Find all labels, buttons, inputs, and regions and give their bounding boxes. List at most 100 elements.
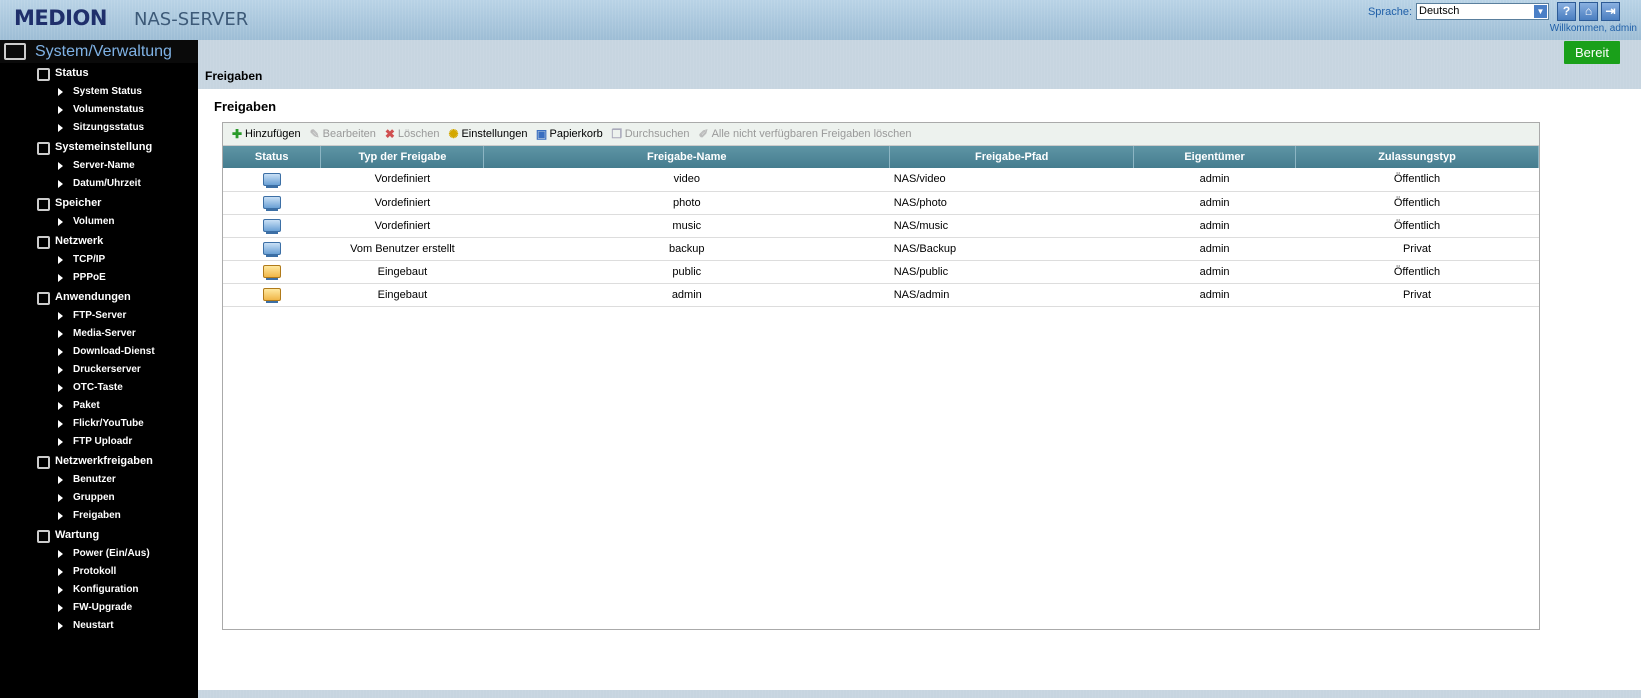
sidebar-item[interactable]: System Status bbox=[0, 83, 198, 101]
sidebar-item[interactable]: FW-Upgrade bbox=[0, 599, 198, 617]
status-cell bbox=[223, 168, 321, 192]
clean-button[interactable]: ✐ Alle nicht verfügbaren Freigaben lösche… bbox=[698, 128, 912, 140]
sidebar-item[interactable]: Power (Ein/Aus) bbox=[0, 545, 198, 563]
folder-yellow-icon bbox=[262, 288, 281, 303]
sidebar-section-0[interactable]: Status bbox=[0, 64, 198, 84]
help-icon[interactable]: ? bbox=[1557, 2, 1576, 21]
status-ready-button[interactable]: Bereit bbox=[1564, 41, 1620, 64]
folder-blue-icon bbox=[262, 242, 281, 257]
sidebar-item-label: Datum/Uhrzeit bbox=[73, 178, 141, 189]
sidebar-item[interactable]: Volumen bbox=[0, 213, 198, 231]
owner-cell: admin bbox=[1133, 237, 1296, 261]
table-row[interactable]: Eingebaut public NAS/public admin Öffentlich bbox=[223, 260, 1539, 284]
recycle-bin-icon: ▣ bbox=[535, 127, 548, 141]
sidebar-item[interactable]: FTP Uploadr bbox=[0, 433, 198, 451]
chevron-right-icon bbox=[58, 180, 63, 188]
sidebar-section-3[interactable]: Netzwerk bbox=[0, 232, 198, 252]
sidebar-item[interactable]: Druckerserver bbox=[0, 361, 198, 379]
recycle-bin-button[interactable]: ▣ Papierkorb bbox=[536, 128, 603, 140]
share-path-cell: NAS/Backup bbox=[889, 237, 1134, 261]
owner-cell: admin bbox=[1133, 214, 1296, 238]
toolbar-label: Durchsuchen bbox=[624, 128, 690, 140]
chevron-right-icon bbox=[58, 312, 63, 320]
sidebar-item-label: Media-Server bbox=[73, 328, 136, 339]
sidebar-item-label: PPPoE bbox=[73, 272, 106, 283]
browse-button[interactable]: ❐ Durchsuchen bbox=[611, 127, 690, 141]
chevron-right-icon bbox=[58, 586, 63, 594]
settings-button[interactable]: ✺ Einstellungen bbox=[447, 128, 527, 140]
sidebar-item[interactable]: Download-Dienst bbox=[0, 343, 198, 361]
sidebar-section-label: Netzwerkfreigaben bbox=[55, 455, 153, 467]
status-cell bbox=[223, 260, 321, 284]
sidebar-item[interactable]: Freigaben bbox=[0, 507, 198, 525]
chevron-right-icon bbox=[58, 494, 63, 502]
sidebar-item[interactable]: Server-Name bbox=[0, 157, 198, 175]
chevron-right-icon bbox=[58, 384, 63, 392]
sidebar-item-label: TCP/IP bbox=[73, 254, 106, 265]
sidebar-item[interactable]: Media-Server bbox=[0, 325, 198, 343]
edit-button[interactable]: ✎ Bearbeiten bbox=[309, 128, 376, 140]
logout-icon[interactable]: ⇥ bbox=[1601, 2, 1620, 21]
share-name-cell: backup bbox=[483, 237, 890, 261]
sidebar-section-2[interactable]: Speicher bbox=[0, 194, 198, 214]
folder-yellow-icon bbox=[262, 265, 281, 280]
table-row[interactable]: Eingebaut admin NAS/admin admin Privat bbox=[223, 283, 1539, 307]
sidebar-item[interactable]: Flickr/YouTube bbox=[0, 415, 198, 433]
chevron-right-icon bbox=[58, 402, 63, 410]
column-header[interactable]: Eigentümer bbox=[1133, 146, 1297, 168]
chevron-right-icon bbox=[58, 106, 63, 114]
column-header[interactable]: Freigabe-Name bbox=[483, 146, 891, 168]
chevron-right-icon bbox=[58, 162, 63, 170]
sidebar-section-1[interactable]: Systemeinstellung bbox=[0, 138, 198, 158]
table-row[interactable]: Vordefiniert photo NAS/photo admin Öffentlic… bbox=[223, 191, 1539, 215]
table-row[interactable]: Vom Benutzer erstellt backup NAS/Backup adm… bbox=[223, 237, 1539, 261]
network-icon bbox=[37, 236, 50, 249]
sidebar-item[interactable]: Benutzer bbox=[0, 471, 198, 489]
settings-icon: ✺ bbox=[448, 127, 459, 141]
sidebar-item[interactable]: PPPoE bbox=[0, 269, 198, 287]
sidebar-section-label: Netzwerk bbox=[55, 235, 104, 247]
column-header[interactable]: Zulassungstyp bbox=[1295, 146, 1539, 168]
home-icon[interactable]: ⌂ bbox=[1579, 2, 1598, 21]
sidebar-item[interactable]: Protokoll bbox=[0, 563, 198, 581]
sidebar-item[interactable]: Neustart bbox=[0, 617, 198, 635]
sidebar-item[interactable]: FTP-Server bbox=[0, 307, 198, 325]
sidebar-item-label: Druckerserver bbox=[73, 364, 141, 375]
browse-icon: ❐ bbox=[611, 127, 623, 141]
column-header[interactable]: Typ der Freigabe bbox=[320, 146, 485, 168]
sidebar-item[interactable]: Volumenstatus bbox=[0, 101, 198, 119]
sidebar-item[interactable]: Konfiguration bbox=[0, 581, 198, 599]
sidebar-item-label: Volumenstatus bbox=[73, 104, 144, 115]
share-name-cell: admin bbox=[483, 283, 890, 307]
column-header[interactable]: Status bbox=[223, 146, 322, 168]
sidebar-item-label: Konfiguration bbox=[73, 584, 139, 595]
sidebar-item[interactable]: OTC-Taste bbox=[0, 379, 198, 397]
sidebar-item-label: Flickr/YouTube bbox=[73, 418, 144, 429]
chevron-right-icon bbox=[58, 604, 63, 612]
share-name-cell: photo bbox=[483, 191, 890, 215]
sidebar-item[interactable]: Gruppen bbox=[0, 489, 198, 507]
sidebar-section-label: Wartung bbox=[55, 529, 100, 541]
delete-button[interactable]: ✖ Löschen bbox=[384, 128, 440, 140]
table-row[interactable]: Vordefiniert video NAS/video admin Öffentlic… bbox=[223, 168, 1539, 192]
chevron-right-icon bbox=[58, 476, 63, 484]
sidebar-section-5[interactable]: Netzwerkfreigaben bbox=[0, 452, 198, 472]
header-bar: MEDION NAS-SERVER Sprache: Deutsch ▼ ? ⌂… bbox=[0, 0, 1641, 40]
toolbar-label: Alle nicht verfügbaren Freigaben löschen bbox=[711, 128, 912, 140]
sidebar-section-4[interactable]: Anwendungen bbox=[0, 288, 198, 308]
sidebar-item[interactable]: Paket bbox=[0, 397, 198, 415]
sidebar-section-6[interactable]: Wartung bbox=[0, 526, 198, 546]
sidebar-item-label: Freigaben bbox=[73, 510, 121, 521]
table-row[interactable]: Vordefiniert music NAS/music admin Öffentlic… bbox=[223, 214, 1539, 238]
add-button[interactable]: ✚ Hinzufügen bbox=[231, 128, 301, 140]
language-select[interactable]: Deutsch ▼ bbox=[1416, 3, 1549, 20]
sidebar-item[interactable]: Datum/Uhrzeit bbox=[0, 175, 198, 193]
sidebar-item[interactable]: Sitzungsstatus bbox=[0, 119, 198, 137]
sidebar-item-label: Power (Ein/Aus) bbox=[73, 548, 150, 559]
sidebar-section-label: Systemeinstellung bbox=[55, 141, 153, 153]
column-header[interactable]: Freigabe-Pfad bbox=[889, 146, 1135, 168]
chevron-right-icon bbox=[58, 124, 63, 132]
chevron-down-icon[interactable]: ▼ bbox=[1534, 5, 1547, 18]
toolbar-label: Bearbeiten bbox=[322, 128, 376, 140]
sidebar-item[interactable]: TCP/IP bbox=[0, 251, 198, 269]
